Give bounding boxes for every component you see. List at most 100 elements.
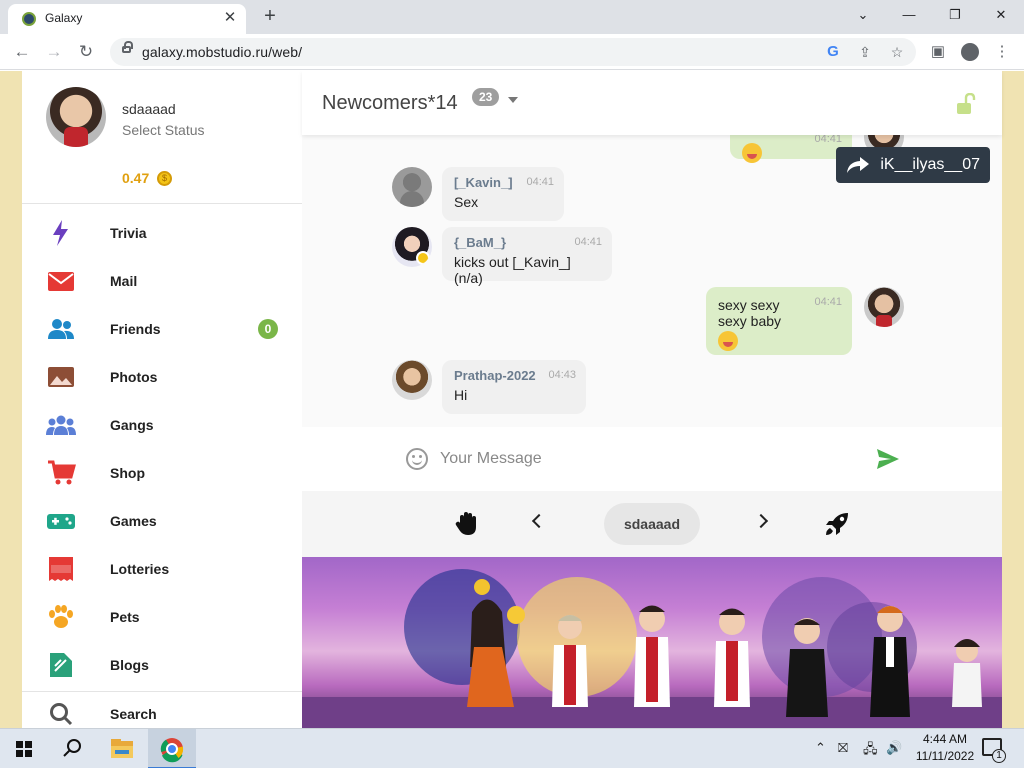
sidebar-item-search[interactable]: Search	[22, 690, 302, 728]
room-user-count-badge[interactable]: 23	[472, 88, 500, 106]
new-tab-button[interactable]: +	[258, 5, 282, 29]
own-avatar[interactable]	[864, 287, 904, 327]
sidebar-menu: Trivia Mail Friends 0 Photos Gangs Shop …	[22, 209, 302, 728]
chat-message-own[interactable]: 04:41	[730, 135, 852, 163]
cart-icon	[48, 460, 76, 485]
network-icon[interactable]: 🖧	[863, 740, 878, 762]
sidebar-item-label: Pets	[110, 609, 140, 625]
chat-panel: Newcomers*14 23 04:41 iK__ilyas__07 [_Ka…	[302, 71, 1002, 728]
coin-icon: $	[157, 171, 172, 186]
chat-message[interactable]: [_Kavin_] 04:41 Sex	[442, 167, 564, 221]
sidebar-item-label: Games	[110, 513, 157, 529]
message-time: 04:43	[548, 369, 576, 381]
chat-message[interactable]: {_BaM_} 04:41 kicks out [_Kavin_] (n/a)	[442, 227, 612, 286]
previous-user-icon[interactable]	[531, 513, 547, 529]
user-avatar[interactable]	[46, 87, 106, 147]
reload-button[interactable]: ↻	[74, 40, 98, 64]
sidebar-item-pets[interactable]: Pets	[22, 593, 302, 641]
room-title[interactable]: Newcomers*14	[322, 92, 458, 115]
sidebar-item-friends[interactable]: Friends 0	[22, 305, 302, 353]
emoji-icon	[718, 331, 738, 351]
sidebar-item-label: Trivia	[110, 225, 147, 241]
wave-hand-icon[interactable]	[454, 511, 480, 537]
network-warning-icon[interactable]: ⛝	[838, 740, 848, 756]
room-scene-banner[interactable]	[302, 557, 1002, 728]
sidebar-item-photos[interactable]: Photos	[22, 353, 302, 401]
paw-icon	[49, 605, 73, 628]
chat-message[interactable]: Prathap-2022 04:43 Hi	[442, 360, 586, 414]
coin-balance[interactable]: 0.47	[122, 170, 149, 186]
windows-start-icon[interactable]	[0, 729, 48, 768]
google-icon[interactable]: G	[823, 42, 843, 62]
sidebar-item-label: Gangs	[110, 417, 154, 433]
profile-icon[interactable]	[961, 43, 979, 61]
message-time: 04:41	[814, 135, 842, 145]
back-button[interactable]: ←	[10, 40, 34, 64]
chrome-taskbar-item[interactable]	[148, 729, 196, 768]
sidebar-item-games[interactable]: Games	[22, 497, 302, 545]
unlock-icon[interactable]	[956, 93, 976, 115]
rocket-icon[interactable]	[824, 511, 850, 537]
message-list[interactable]: 04:41 iK__ilyas__07 [_Kavin_] 04:41 Sex	[302, 135, 1002, 427]
browser-tab[interactable]: Galaxy ✕	[8, 4, 246, 34]
sidebar-item-trivia[interactable]: Trivia	[22, 209, 302, 257]
tab-title: Galaxy	[45, 11, 83, 25]
sidebar-item-blogs[interactable]: Blogs	[22, 641, 302, 689]
message-time: 04:41	[526, 176, 554, 188]
sidebar: sdaaaad Select Status 0.47 $ Trivia Mail…	[22, 71, 302, 728]
message-text: kicks out [_Kavin_] (n/a)	[454, 254, 571, 286]
page-content: sdaaaad Select Status 0.47 $ Trivia Mail…	[0, 71, 1024, 728]
emoji-picker-icon[interactable]	[406, 448, 428, 470]
photos-icon	[48, 367, 74, 387]
windows-taskbar: ⌃ ⛝ 🖧 🔊 4:44 AM 11/11/2022 1	[0, 728, 1024, 768]
side-panel-icon[interactable]: ▣	[926, 40, 950, 64]
emoji-icon	[742, 143, 762, 163]
avatar[interactable]	[392, 360, 432, 400]
maximize-button[interactable]: ❐	[941, 4, 969, 26]
ticket-icon	[49, 557, 73, 581]
select-status-link[interactable]: Select Status	[122, 122, 205, 138]
menu-kebab-icon[interactable]: ⋮	[990, 40, 1014, 64]
browser-toolbar: ← → ↻ galaxy.mobstudio.ru/web/ G ⇪ ☆ ▣ ⋮	[0, 34, 1024, 70]
blog-icon	[50, 653, 72, 677]
sidebar-item-lotteries[interactable]: Lotteries	[22, 545, 302, 593]
file-explorer-icon[interactable]	[98, 729, 146, 768]
chrome-icon	[160, 738, 184, 763]
minimize-button[interactable]: —	[895, 4, 923, 26]
address-bar[interactable]: galaxy.mobstudio.ru/web/ G ⇪ ☆	[110, 38, 916, 66]
forward-message-tooltip[interactable]: iK__ilyas__07	[836, 147, 990, 183]
search-icon[interactable]	[48, 729, 96, 768]
gamepad-icon	[47, 514, 75, 529]
chat-message-own[interactable]: 04:41 sexy sexy sexy baby	[706, 287, 852, 355]
chevron-down-icon[interactable]	[508, 97, 518, 103]
tab-search-icon[interactable]: ⌄	[849, 4, 877, 26]
search-icon	[50, 703, 73, 726]
next-user-icon[interactable]	[753, 513, 769, 529]
sidebar-item-mail[interactable]: Mail	[22, 257, 302, 305]
message-composer	[302, 427, 1002, 491]
lightning-icon	[53, 220, 68, 246]
clock-time[interactable]: 4:44 AM	[917, 732, 973, 746]
volume-icon[interactable]: 🔊	[886, 740, 902, 756]
sidebar-item-label: Friends	[110, 321, 161, 337]
sidebar-item-label: Mail	[110, 273, 138, 289]
sidebar-item-shop[interactable]: Shop	[22, 449, 302, 497]
sidebar-item-gangs[interactable]: Gangs	[22, 401, 302, 449]
forward-button[interactable]: →	[42, 40, 66, 64]
message-input[interactable]	[440, 445, 860, 473]
close-window-button[interactable]: ✕	[987, 4, 1015, 26]
tab-close-icon[interactable]: ✕	[220, 8, 240, 28]
sidebar-divider	[22, 203, 302, 204]
share-icon[interactable]: ⇪	[855, 42, 875, 62]
current-user-pill[interactable]: sdaaaad	[604, 503, 700, 545]
bookmark-star-icon[interactable]: ☆	[887, 42, 907, 62]
mail-icon	[48, 272, 74, 291]
clock-date[interactable]: 11/11/2022	[912, 749, 978, 763]
url-text[interactable]: galaxy.mobstudio.ru/web/	[142, 44, 302, 60]
avatar[interactable]	[392, 227, 432, 267]
message-time: 04:41	[574, 236, 602, 248]
tray-expand-icon[interactable]: ⌃	[815, 740, 826, 756]
avatar[interactable]	[392, 167, 432, 207]
user-name[interactable]: sdaaaad	[122, 101, 176, 117]
send-icon[interactable]	[876, 448, 900, 470]
